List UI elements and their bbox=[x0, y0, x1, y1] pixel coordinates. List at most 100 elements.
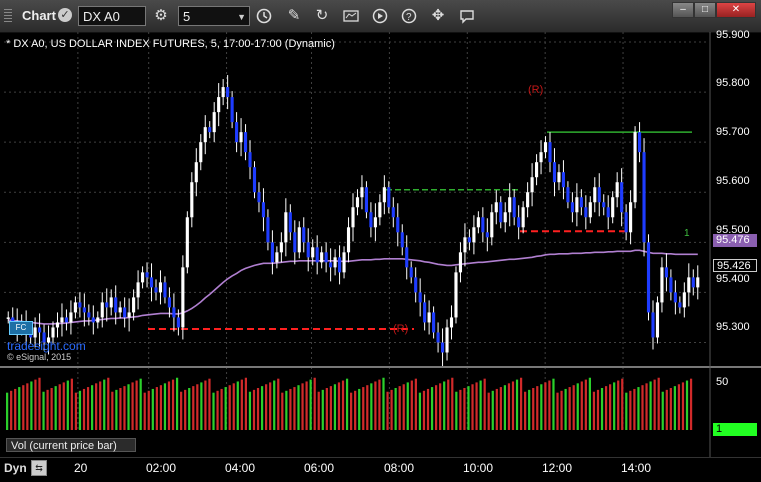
candle-up bbox=[190, 182, 194, 218]
volume-bar bbox=[689, 378, 693, 430]
candle-up bbox=[449, 317, 454, 328]
candle-down bbox=[329, 262, 333, 268]
candle-down bbox=[414, 277, 418, 293]
volume-bar bbox=[155, 387, 158, 430]
candle-up bbox=[696, 277, 700, 288]
candle-down bbox=[620, 182, 624, 213]
volume-bar bbox=[398, 386, 401, 430]
candle-up bbox=[311, 247, 315, 258]
comment-icon[interactable] bbox=[456, 5, 478, 27]
refresh-icon[interactable]: ↻ bbox=[311, 5, 333, 27]
volume-bar bbox=[78, 390, 82, 430]
candle-up bbox=[427, 312, 431, 323]
dynamic-mode-label[interactable]: Dyn bbox=[4, 461, 27, 475]
candle-down bbox=[64, 317, 69, 323]
candle-up bbox=[611, 197, 615, 218]
volume-bar bbox=[42, 391, 45, 430]
volume-axis-label: 50 bbox=[716, 376, 729, 388]
volume-bar bbox=[532, 388, 535, 430]
toolbar-grip[interactable] bbox=[4, 9, 12, 23]
clock-icon[interactable] bbox=[253, 5, 275, 27]
last-price-tag: 95.426 bbox=[713, 259, 757, 272]
volume-bar bbox=[309, 379, 312, 430]
volume-bar bbox=[228, 385, 231, 430]
volume-bar bbox=[281, 392, 284, 430]
volume-bar bbox=[576, 383, 579, 430]
price-chart[interactable] bbox=[0, 32, 761, 457]
volume-bar bbox=[443, 381, 446, 430]
settings-gear-icon[interactable]: ⚙ bbox=[150, 5, 172, 27]
candle-down bbox=[436, 332, 440, 343]
volume-bar bbox=[135, 380, 138, 430]
volume-bar bbox=[560, 390, 563, 430]
volume-bar bbox=[426, 388, 430, 430]
play-replay-icon[interactable] bbox=[369, 5, 391, 27]
volume-bar bbox=[503, 385, 507, 430]
volume-bar bbox=[354, 390, 357, 430]
symbol-input[interactable]: DX A0 bbox=[78, 6, 146, 26]
candle-down bbox=[288, 212, 292, 233]
candle-down bbox=[678, 302, 682, 308]
candle-up bbox=[521, 207, 525, 228]
candle-down bbox=[512, 197, 516, 218]
volume-bar bbox=[99, 381, 102, 430]
volume-bar bbox=[370, 383, 373, 430]
candle-down bbox=[517, 217, 521, 228]
candle-down bbox=[38, 327, 42, 333]
data-window-icon[interactable] bbox=[340, 5, 362, 27]
candle-up bbox=[6, 317, 10, 319]
candle-up bbox=[351, 207, 355, 228]
candle-down bbox=[423, 302, 427, 323]
volume-bar bbox=[269, 382, 272, 430]
volume-bar bbox=[54, 386, 57, 430]
reversal-marker-bottom: (R) bbox=[393, 323, 409, 335]
candle-up bbox=[557, 172, 561, 183]
time-label: 12:00 bbox=[542, 461, 573, 475]
link-checkmark-icon[interactable]: ✓ bbox=[58, 8, 72, 22]
candle-down bbox=[145, 272, 149, 278]
candle-down bbox=[602, 202, 606, 208]
candle-up bbox=[588, 202, 592, 218]
volume-bar bbox=[143, 392, 146, 430]
candle-down bbox=[82, 307, 86, 313]
candle-up bbox=[275, 252, 279, 263]
volume-bar bbox=[184, 389, 187, 430]
draw-pencil-icon[interactable]: ✎ bbox=[283, 5, 305, 27]
candle-up bbox=[69, 312, 73, 323]
candle-down bbox=[400, 232, 404, 248]
help-icon[interactable]: ? bbox=[398, 5, 420, 27]
volume-bar bbox=[236, 381, 239, 430]
volume-bar bbox=[536, 386, 539, 430]
volume-bar bbox=[277, 378, 280, 430]
copyright-text: © eSignal, 2015 bbox=[7, 352, 72, 362]
candle-down bbox=[409, 267, 413, 278]
volume-bar bbox=[491, 390, 494, 430]
minimize-button[interactable]: – bbox=[672, 2, 694, 18]
candle-up bbox=[181, 267, 185, 328]
volume-bar bbox=[544, 382, 547, 430]
link-tool-icon[interactable]: ✥ bbox=[427, 5, 449, 27]
candle-down bbox=[123, 307, 127, 318]
candle-up bbox=[445, 327, 449, 353]
close-button[interactable]: ✕ bbox=[716, 2, 756, 18]
volume-bar bbox=[220, 388, 223, 430]
volume-bar bbox=[669, 388, 672, 430]
watermark-link[interactable]: tradesight.com bbox=[7, 339, 86, 353]
candle-down bbox=[691, 277, 695, 288]
volume-study-label[interactable]: Vol (current price bar) bbox=[6, 438, 136, 452]
fc-badge[interactable]: FC bbox=[9, 321, 33, 335]
candle-down bbox=[579, 197, 583, 208]
candle-down bbox=[391, 207, 395, 218]
candle-down bbox=[646, 242, 651, 313]
maximize-button[interactable]: □ bbox=[694, 2, 716, 18]
candle-down bbox=[499, 202, 503, 223]
volume-last-tag: 1 bbox=[713, 423, 757, 436]
candle-up bbox=[526, 192, 530, 208]
volume-bar bbox=[127, 384, 130, 430]
scale-lock-icon[interactable]: ⇆ bbox=[31, 460, 47, 476]
volume-bar bbox=[406, 382, 409, 430]
volume-bar bbox=[600, 388, 604, 430]
interval-select[interactable]: 5 ▼ bbox=[178, 6, 250, 26]
candle-down bbox=[226, 87, 230, 98]
volume-bar bbox=[159, 385, 163, 430]
